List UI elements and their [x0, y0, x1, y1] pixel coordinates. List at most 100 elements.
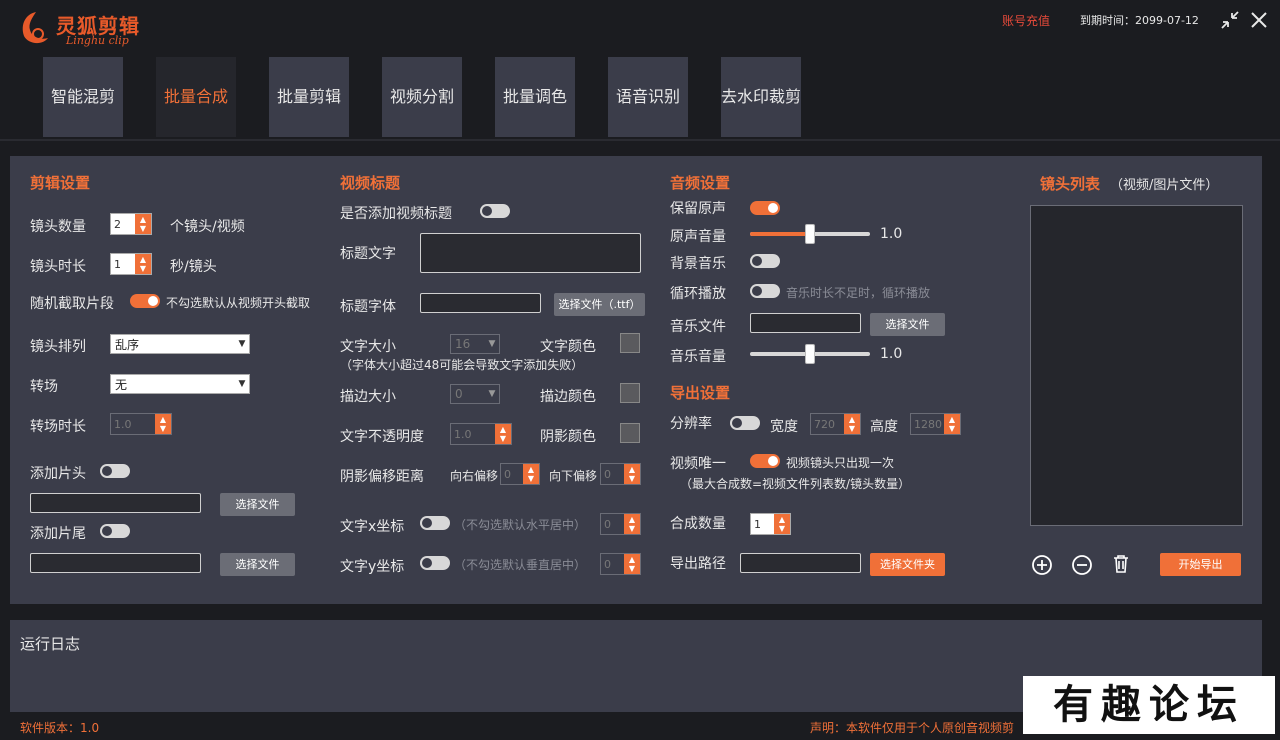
tab-batch-compose[interactable]: 批量合成: [156, 57, 236, 137]
shot-order-select[interactable]: 乱序 ▼: [110, 334, 250, 354]
transition-duration-label: 转场时长: [30, 419, 86, 435]
tab-batch-color[interactable]: 批量调色: [495, 57, 575, 137]
tab-batch-edit[interactable]: 批量剪辑: [269, 57, 349, 137]
minimize-icon[interactable]: [1218, 8, 1242, 32]
stroke-size-select[interactable]: 0 ▼: [450, 384, 500, 404]
text-size-select[interactable]: 16 ▼: [450, 334, 500, 354]
text-opacity-label: 文字不透明度: [340, 429, 424, 445]
tab-video-split[interactable]: 视频分割: [382, 57, 462, 137]
title-font-input[interactable]: [420, 293, 541, 313]
shot-duration-label: 镜头时长: [30, 259, 86, 275]
shadow-offset-label: 阴影偏移距离: [340, 469, 424, 485]
shot-count-stepper[interactable]: 2 ▲ ▼: [110, 213, 152, 235]
shot-count-unit: 个镜头/视频: [170, 219, 245, 235]
transition-duration-stepper[interactable]: 1.0 ▲ ▼: [110, 413, 172, 435]
expire-date: 到期时间：2099-07-12: [1080, 14, 1199, 27]
music-volume-label: 音乐音量: [670, 349, 726, 365]
trash-icon[interactable]: [1109, 552, 1133, 576]
fox-logo-icon: [22, 12, 48, 44]
text-y-toggle[interactable]: [420, 556, 450, 570]
text-y-stepper[interactable]: 0 ▲ ▼: [600, 553, 641, 575]
title-text-input[interactable]: [420, 233, 641, 273]
random-clip-toggle[interactable]: [130, 294, 160, 308]
height-stepper[interactable]: 1280 ▲ ▼: [910, 413, 961, 435]
text-color-swatch[interactable]: [620, 333, 640, 353]
music-volume-handle[interactable]: [805, 344, 815, 364]
music-volume-value: 1.0: [880, 346, 903, 362]
shot-list-box[interactable]: [1030, 205, 1243, 526]
width-label: 宽度: [770, 419, 798, 435]
logo-subtitle: Linghu clip: [66, 34, 129, 47]
shadow-color-swatch[interactable]: [620, 423, 640, 443]
title-text-label: 标题文字: [340, 246, 396, 262]
unique-toggle[interactable]: [750, 454, 780, 468]
tab-speech-recognition[interactable]: 语音识别: [608, 57, 688, 137]
right-offset-stepper[interactable]: 0 ▲ ▼: [500, 463, 540, 485]
audio-settings-title: 音频设置: [670, 174, 731, 192]
random-clip-label: 随机截取片段: [30, 296, 114, 312]
stroke-size-label: 描边大小: [340, 389, 396, 405]
select-folder-button[interactable]: 选择文件夹: [870, 553, 945, 576]
stroke-color-swatch[interactable]: [620, 383, 640, 403]
divider: [0, 139, 1280, 141]
resolution-label: 分辨率: [670, 416, 712, 432]
clip-settings-title: 剪辑设置: [30, 174, 91, 192]
music-select-file-button[interactable]: 选择文件: [870, 313, 945, 336]
export-path-input[interactable]: [740, 553, 861, 573]
text-color-label: 文字颜色: [540, 339, 596, 355]
text-x-toggle[interactable]: [420, 516, 450, 530]
version-label: 软件版本：1.0: [20, 721, 100, 735]
unique-hint: 视频镜头只出现一次: [786, 456, 895, 470]
text-y-label: 文字y坐标: [340, 559, 405, 575]
outro-file-input[interactable]: [30, 553, 201, 573]
recharge-link[interactable]: 账号充值: [1002, 12, 1050, 29]
compose-count-label: 合成数量: [670, 516, 726, 532]
bgm-toggle[interactable]: [750, 254, 780, 268]
keep-audio-toggle[interactable]: [750, 201, 780, 215]
unique-label: 视频唯一: [670, 456, 726, 472]
chevron-down-icon: ▼: [238, 339, 246, 349]
shot-duration-stepper[interactable]: 1 ▲ ▼: [110, 253, 152, 275]
music-file-input[interactable]: [750, 313, 861, 333]
loop-toggle[interactable]: [750, 284, 780, 298]
music-file-label: 音乐文件: [670, 319, 726, 335]
shadow-color-label: 阴影颜色: [540, 429, 596, 445]
close-icon[interactable]: [1247, 8, 1271, 32]
loop-label: 循环播放: [670, 286, 726, 302]
text-x-label: 文字x坐标: [340, 519, 405, 535]
title-font-select-button[interactable]: 选择文件（.ttf）: [554, 293, 645, 316]
add-title-toggle[interactable]: [480, 204, 510, 218]
original-volume-label: 原声音量: [670, 229, 726, 245]
start-export-button[interactable]: 开始导出: [1160, 553, 1241, 576]
tab-smart-mix[interactable]: 智能混剪: [43, 57, 123, 137]
stroke-color-label: 描边颜色: [540, 389, 596, 405]
resolution-toggle[interactable]: [730, 416, 760, 430]
transition-select[interactable]: 无 ▼: [110, 374, 250, 394]
compose-count-stepper[interactable]: 1 ▲ ▼: [750, 513, 791, 535]
width-stepper[interactable]: 720 ▲ ▼: [810, 413, 861, 435]
text-opacity-stepper[interactable]: 1.0 ▲ ▼: [450, 423, 512, 445]
remove-icon[interactable]: [1070, 553, 1094, 577]
down-offset-stepper[interactable]: 0 ▲ ▼: [600, 463, 641, 485]
add-icon[interactable]: [1030, 553, 1054, 577]
height-label: 高度: [870, 419, 898, 435]
tab-watermark-crop[interactable]: 去水印裁剪: [721, 57, 801, 137]
original-volume-handle[interactable]: [805, 224, 815, 244]
down-offset-label: 向下偏移: [549, 469, 598, 483]
chevron-down-icon: ▼: [488, 339, 496, 349]
intro-file-input[interactable]: [30, 493, 201, 513]
max-count-hint: （最大合成数=视频文件列表数/镜头数量）: [680, 477, 911, 491]
export-path-label: 导出路径: [670, 556, 726, 572]
outro-toggle[interactable]: [100, 524, 130, 538]
outro-label: 添加片尾: [30, 526, 86, 542]
watermark: 有趣论坛: [1023, 676, 1275, 734]
intro-label: 添加片头: [30, 466, 86, 482]
chevron-down-icon: ▼: [488, 389, 496, 399]
outro-select-file-button[interactable]: 选择文件: [220, 553, 295, 576]
random-clip-hint: 不勾选默认从视频开头截取: [166, 296, 311, 310]
intro-select-file-button[interactable]: 选择文件: [220, 493, 295, 516]
text-x-hint: （不勾选默认水平居中）: [454, 518, 587, 532]
shot-list-subtitle: （视频/图片文件）: [1110, 178, 1219, 193]
text-x-stepper[interactable]: 0 ▲ ▼: [600, 513, 641, 535]
intro-toggle[interactable]: [100, 464, 130, 478]
